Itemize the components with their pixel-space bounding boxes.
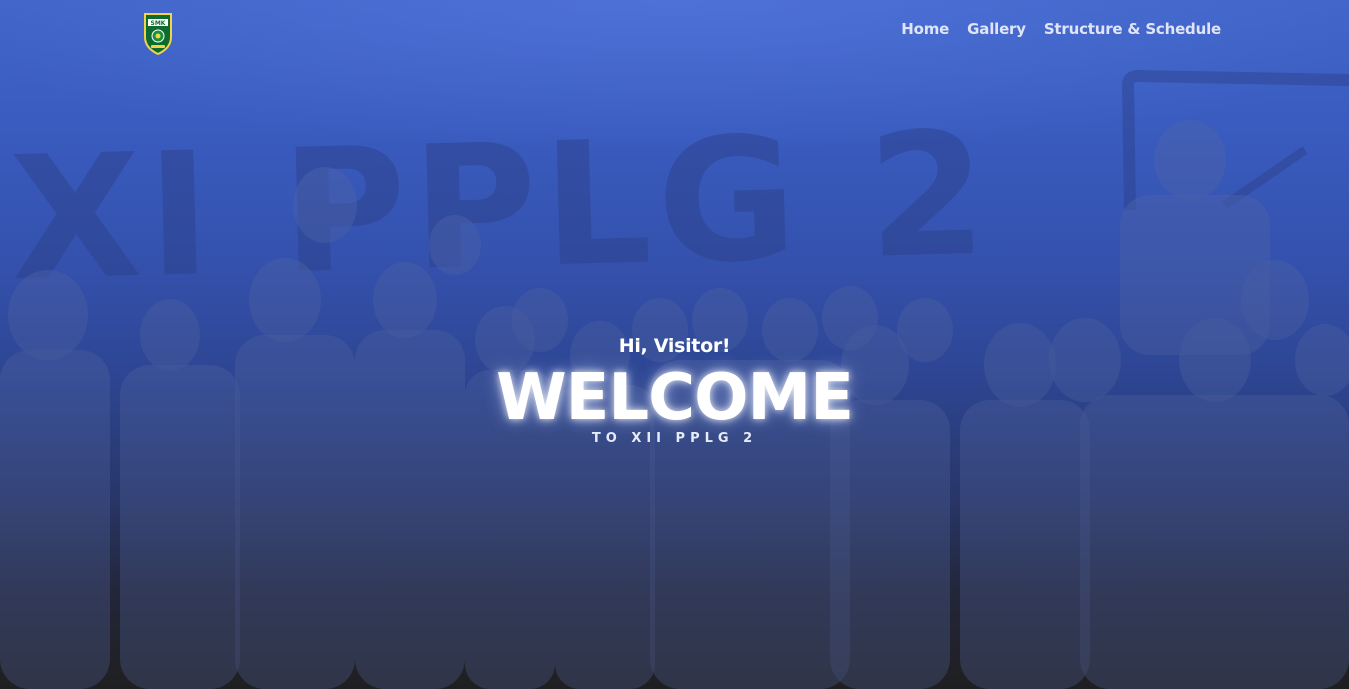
nav-link-structure-schedule[interactable]: Structure & Schedule bbox=[1044, 19, 1221, 39]
hero-section: Hi, Visitor! WELCOME TO XII PPLG 2 bbox=[0, 330, 1349, 448]
nav-link-home[interactable]: Home bbox=[901, 19, 949, 39]
hero-title: WELCOME bbox=[496, 361, 854, 435]
photo-banner-text: XI PPLG 2 bbox=[8, 96, 995, 320]
top-navbar: SMK Home Gallery Structure & Schedule bbox=[0, 0, 1349, 60]
school-crest-icon: SMK bbox=[144, 13, 172, 56]
logo-text: SMK bbox=[151, 20, 166, 27]
hero-page: XI PPLG 2 SMK Home Gallery Structure & S… bbox=[0, 0, 1349, 689]
hero-greeting: Hi, Visitor! bbox=[618, 335, 731, 357]
hero-subtitle: TO XII PPLG 2 bbox=[591, 431, 758, 446]
nav-link-gallery[interactable]: Gallery bbox=[967, 19, 1026, 39]
main-nav: Home Gallery Structure & Schedule bbox=[901, 19, 1221, 39]
school-logo[interactable]: SMK bbox=[142, 11, 174, 56]
